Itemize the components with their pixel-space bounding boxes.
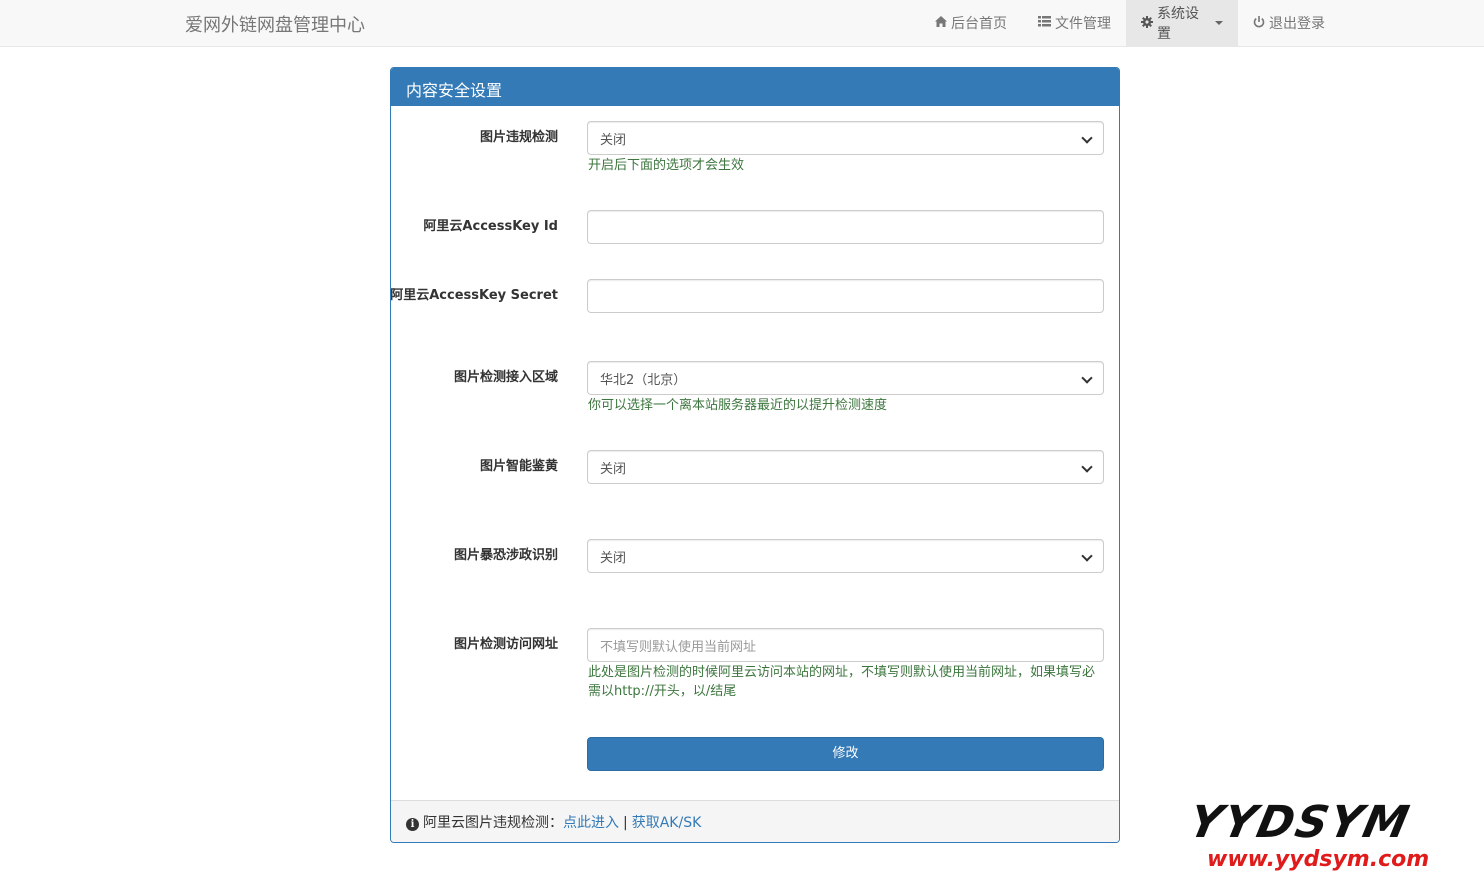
nav-label-dashboard: 后台首页 <box>951 16 1007 32</box>
brand-title[interactable]: 爱网外链网盘管理中心 <box>185 11 365 37</box>
region-value: 华北2（北京） <box>600 373 687 388</box>
nav-item-dashboard[interactable]: 后台首页 <box>920 0 1022 46</box>
watermark-top-text: YYDSYM <box>1184 797 1416 848</box>
footer-text: 阿里云图片违规检测： <box>423 815 563 831</box>
region-select[interactable]: 华北2（北京） <box>587 361 1104 395</box>
access-url-help: 此处是图片检测的时候阿里云访问本站的网址，不填写则默认使用当前网址，如果填写必需… <box>588 665 1096 699</box>
gear-icon <box>1141 15 1153 31</box>
access-key-secret-input[interactable] <box>587 279 1104 313</box>
info-icon: i <box>406 818 419 831</box>
enter-console-link[interactable]: 点此进入 <box>563 815 619 831</box>
panel-title: 内容安全设置 <box>391 68 1119 106</box>
label-terror-check: 图片暴恐涉政识别 <box>453 548 558 563</box>
get-aksk-link[interactable]: 获取AK/SK <box>632 815 702 831</box>
nav-label-settings: 系统设置 <box>1157 6 1199 42</box>
label-porn-check: 图片智能鉴黄 <box>479 459 558 474</box>
label-access-key-id: 阿里云AccessKey Id <box>423 219 558 234</box>
image-check-help: 开启后下面的选项才会生效 <box>588 158 745 173</box>
panel-footer: i 阿里云图片违规检测：点此进入 | 获取AK/SK <box>391 800 1119 842</box>
footer-separator: | <box>623 815 628 831</box>
nav-label-logout: 退出登录 <box>1269 16 1325 32</box>
watermark-logo: YYDSYM www.yydsym.com <box>1185 797 1475 877</box>
image-check-value: 关闭 <box>600 133 627 148</box>
access-url-placeholder: 不填写则默认使用当前网址 <box>600 640 757 655</box>
terror-check-value: 关闭 <box>600 551 627 566</box>
submit-button[interactable]: 修改 <box>587 737 1104 771</box>
nav-item-logout[interactable]: 退出登录 <box>1238 0 1340 46</box>
porn-check-value: 关闭 <box>600 462 627 477</box>
top-navbar: 爱网外链网盘管理中心 后台首页 文件管理 系统设置 退出登录 <box>0 0 1484 47</box>
nav-label-files: 文件管理 <box>1055 16 1111 32</box>
porn-check-select[interactable]: 关闭 <box>587 450 1104 484</box>
label-image-check: 图片违规检测 <box>479 130 558 145</box>
terror-check-select[interactable]: 关闭 <box>587 539 1104 573</box>
chevron-down-icon <box>1215 21 1223 25</box>
nav-item-files[interactable]: 文件管理 <box>1023 0 1126 46</box>
power-icon <box>1253 15 1265 31</box>
access-key-id-input[interactable] <box>587 210 1104 244</box>
label-region: 图片检测接入区域 <box>453 370 558 385</box>
label-access-url: 图片检测访问网址 <box>453 637 558 652</box>
image-check-select[interactable]: 关闭 <box>587 121 1104 155</box>
list-icon <box>1038 16 1051 30</box>
access-url-input[interactable]: 不填写则默认使用当前网址 <box>587 628 1104 662</box>
home-icon <box>935 16 947 30</box>
watermark-url-text: www.yydsym.com <box>1207 847 1430 872</box>
nav-item-settings[interactable]: 系统设置 <box>1126 0 1238 46</box>
label-access-key-secret: 阿里云AccessKey Secret <box>390 288 558 303</box>
region-help: 你可以选择一个离本站服务器最近的以提升检测速度 <box>588 398 888 413</box>
